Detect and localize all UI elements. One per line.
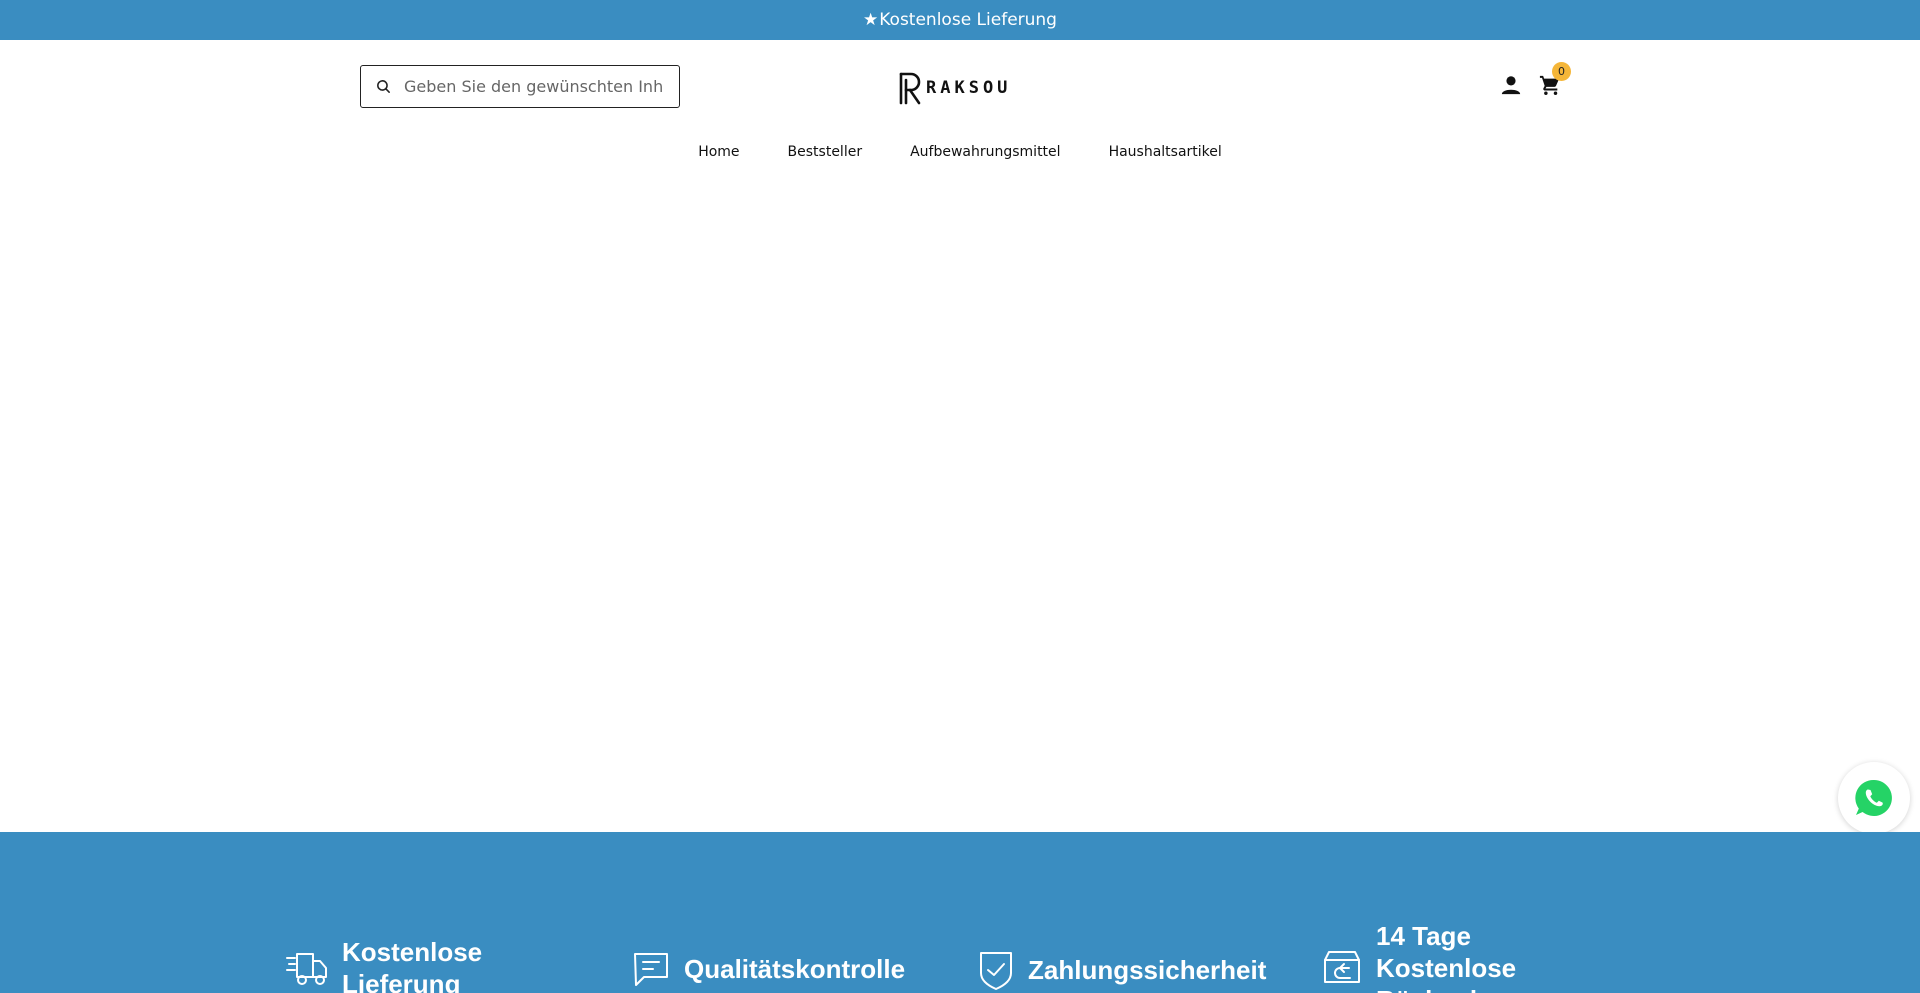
feature-title: Kostenlose Lieferung [342,937,483,993]
nav-item-haushaltsartikel[interactable]: Haushaltsartikel [1109,144,1222,160]
main-nav: Home Beststeller Aufbewahrungsmittel Hau… [0,144,1920,160]
announcement-bar: ★ Kostenlose Lieferung [0,0,1920,40]
nav-item-beststeller[interactable]: Beststeller [788,144,863,160]
feature-title: Qualitätskontrolle [684,954,906,984]
search-box[interactable] [360,65,680,108]
logo-text: RAKSOU [926,78,1012,98]
search-icon [377,80,390,93]
logo[interactable]: RAKSOU [898,70,1011,106]
feature-free-returns: 14 Tage Kostenlose Rückgabe [1322,920,1546,993]
truck-icon [286,953,327,985]
feature-title: Zahlungssicherheit [1028,955,1267,985]
cart-count-badge: 0 [1552,62,1571,81]
shield-check-icon [980,952,1012,990]
star-icon: ★ [863,10,879,30]
account-icon[interactable] [1500,74,1522,96]
feature-title: 14 Tage Kostenlose Rückgabe [1376,921,1517,993]
feature-quality-control: Qualitätskontrolle [632,950,905,988]
whatsapp-button[interactable] [1838,762,1910,834]
whatsapp-icon [1855,779,1892,816]
announcement-text: Kostenlose Lieferung [879,10,1057,30]
nav-item-aufbewahrungsmittel[interactable]: Aufbewahrungsmittel [910,144,1060,160]
feature-free-delivery: Kostenlose Lieferung [286,936,502,993]
features-band: Kostenlose Lieferung Qualitätskontrolle … [0,832,1920,993]
message-icon [634,953,668,986]
site-header: RAKSOU 0 Home Beststeller Aufbewahrungsm… [0,40,1920,190]
search-input[interactable] [404,77,664,96]
nav-item-home[interactable]: Home [698,144,739,160]
feature-payment-security: Zahlungssicherheit [978,950,1266,990]
logo-mark-icon [899,72,921,105]
return-box-icon [1324,951,1360,983]
